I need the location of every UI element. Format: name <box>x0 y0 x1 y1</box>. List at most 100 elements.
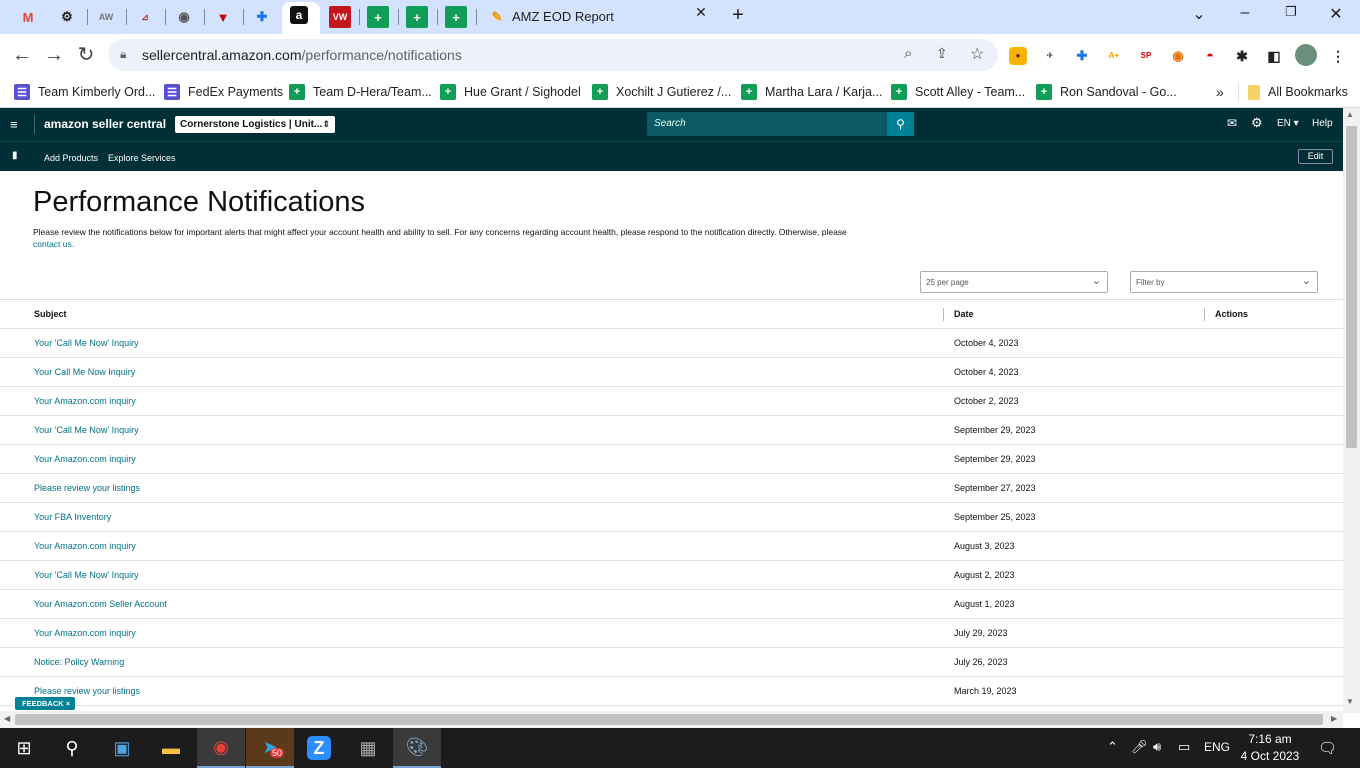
bookmark-item[interactable]: + Scott Alley - Team... <box>891 83 1025 101</box>
search-taskbar-icon[interactable]: ⚲ <box>48 728 96 768</box>
nav-add-products[interactable]: Add Products <box>44 153 98 163</box>
new-tab-icon[interactable]: + <box>725 4 751 26</box>
menu-kebab-icon[interactable]: ⋮ <box>1329 47 1347 65</box>
tab-icon[interactable]: ▼ <box>212 6 234 28</box>
site-info-icon[interactable]: 🔒︎ <box>120 47 126 62</box>
notification-subject-link[interactable]: Your Amazon.com Seller Account <box>34 599 167 609</box>
scroll-up-arrow-icon[interactable]: ▲ <box>1346 110 1354 119</box>
tab-icon[interactable]: AW <box>95 6 117 28</box>
search-input[interactable]: Search <box>654 118 686 129</box>
window-close-icon[interactable]: ✕ <box>1323 4 1349 26</box>
feedback-button[interactable]: FEEDBACK × <box>15 697 76 710</box>
file-explorer-icon[interactable]: ▬ <box>147 728 195 768</box>
notification-subject-link[interactable]: Your Amazon.com inquiry <box>34 628 136 638</box>
bookmark-flag-icon[interactable]: ▮ <box>12 150 18 161</box>
sheets-tab-icon[interactable]: + <box>406 6 428 28</box>
tray-chevron-icon[interactable]: ⌃ <box>1107 739 1118 755</box>
share-icon[interactable]: ⇪ <box>936 45 948 62</box>
seller-central-logo[interactable]: amazon seller central <box>44 117 166 131</box>
notifications-icon[interactable]: 🗨︎ <box>1318 739 1337 757</box>
desktop-app-icon[interactable]: ▣ <box>98 728 146 768</box>
extension-icon[interactable]: ✚ <box>1073 47 1091 65</box>
filter-select[interactable]: Filter by <box>1130 271 1318 293</box>
clock[interactable]: 7:16 am 4 Oct 2023 <box>1236 731 1304 765</box>
search-box[interactable]: Search ⚲ <box>647 112 914 136</box>
bookmark-item[interactable]: + Hue Grant / Sighodel <box>440 83 581 101</box>
notification-subject-link[interactable]: Notice: Policy Warning <box>34 657 124 667</box>
bookmark-item[interactable]: + Team D-Hera/Team... <box>289 83 432 101</box>
scroll-left-arrow-icon[interactable]: ◀ <box>4 714 10 723</box>
search-button[interactable]: ⚲ <box>887 112 914 136</box>
windows-start-icon[interactable]: ⊞ <box>0 728 48 768</box>
mail-icon[interactable]: ✉ <box>1227 116 1237 130</box>
speaker-icon[interactable]: 🔊︎ <box>1153 739 1161 755</box>
bookmark-item[interactable]: + Xochilt J Gutierez /... <box>592 83 731 101</box>
gmail-tab-icon[interactable]: M <box>17 6 39 28</box>
tab-close-icon[interactable]: ✕ <box>688 4 714 26</box>
active-tab-amazon[interactable]: a <box>282 2 320 34</box>
address-bar[interactable]: 🔒︎ sellercentral.amazon.com/performance/… <box>108 39 998 71</box>
input-language[interactable]: ENG <box>1204 740 1230 754</box>
telegram-taskbar-icon[interactable]: ➤ 50 <box>246 728 294 768</box>
column-header-subject[interactable]: Subject <box>34 309 67 319</box>
restore-icon[interactable]: ❐ <box>1278 4 1304 26</box>
microphone-icon[interactable]: 🎤︎ <box>1131 739 1148 755</box>
back-icon[interactable]: ← <box>9 42 35 68</box>
bookmark-item[interactable]: + Martha Lara / Karja... <box>741 83 882 101</box>
language-selector[interactable]: EN ▾ <box>1277 118 1299 129</box>
bookmark-item[interactable]: + Ron Sandoval - Go... <box>1036 83 1177 101</box>
notification-subject-link[interactable]: Your Amazon.com inquiry <box>34 454 136 464</box>
reload-icon[interactable]: ↻ <box>73 42 99 68</box>
chrome-taskbar-icon[interactable]: ◉ <box>197 728 245 768</box>
scroll-down-arrow-icon[interactable]: ▼ <box>1346 697 1354 706</box>
column-header-date[interactable]: Date <box>954 309 974 319</box>
network-icon[interactable]: ▭ <box>1178 739 1190 755</box>
extension-icon[interactable]: SP <box>1137 47 1155 65</box>
per-page-select[interactable]: 25 per page <box>920 271 1108 293</box>
notification-subject-link[interactable]: Your Amazon.com inquiry <box>34 396 136 406</box>
extension-icon[interactable]: ◓ <box>1201 47 1219 65</box>
settings-gear-icon[interactable]: ⚙ <box>1251 115 1263 131</box>
tab-search-chevron-icon[interactable]: ⌄ <box>1186 4 1212 26</box>
calculator-icon[interactable]: ▦ <box>344 728 392 768</box>
extension-icon[interactable]: ◉ <box>1169 47 1187 65</box>
tab-icon[interactable]: ✚ <box>251 6 273 28</box>
tab-icon[interactable]: ⊿ <box>134 6 156 28</box>
edit-nav-button[interactable]: Edit <box>1298 149 1333 164</box>
extension-icon[interactable]: ● <box>1009 47 1027 65</box>
zoom-icon[interactable]: ⌕ <box>904 45 912 62</box>
bookmark-star-icon[interactable]: ☆ <box>970 44 984 64</box>
zoom-taskbar-icon[interactable]: Z <box>295 728 343 768</box>
more-bookmarks-chevron-icon[interactable]: » <box>1216 83 1224 101</box>
globe-tab-icon[interactable]: ◉ <box>173 6 195 28</box>
notification-subject-link[interactable]: Your 'Call Me Now' Inquiry <box>34 570 139 580</box>
extension-icon[interactable]: A+ <box>1105 47 1123 65</box>
notification-subject-link[interactable]: Your 'Call Me Now' Inquiry <box>34 425 139 435</box>
tab-title[interactable]: AMZ EOD Report <box>512 9 614 24</box>
horizontal-scrollbar-thumb[interactable] <box>15 714 1323 725</box>
account-switcher[interactable]: Cornerstone Logistics | Unit... ⇕ <box>175 116 335 133</box>
notification-subject-link[interactable]: Please review your listings <box>34 686 140 696</box>
bookmark-item[interactable]: ☰ FedEx Payments <box>164 83 283 101</box>
notification-subject-link[interactable]: Please review your listings <box>34 483 140 493</box>
nav-explore-services[interactable]: Explore Services <box>108 153 176 163</box>
notification-subject-link[interactable]: Your FBA Inventory <box>34 512 111 522</box>
side-panel-icon[interactable]: ◧ <box>1265 47 1283 65</box>
tab-icon[interactable]: VW <box>329 6 351 28</box>
forward-icon[interactable]: → <box>41 42 67 68</box>
sheets-tab-icon[interactable]: + <box>367 6 389 28</box>
contact-us-link[interactable]: contact us. <box>33 239 74 249</box>
paint-icon[interactable]: 🎨︎ <box>393 728 441 768</box>
minimize-icon[interactable]: – <box>1232 4 1258 26</box>
extensions-puzzle-icon[interactable]: ✱ <box>1233 47 1251 65</box>
hamburger-menu-icon[interactable]: ≡ <box>10 117 18 132</box>
profile-avatar[interactable] <box>1295 44 1317 66</box>
notification-subject-link[interactable]: Your 'Call Me Now' Inquiry <box>34 338 139 348</box>
chatgpt-tab-icon[interactable]: ⚙ <box>56 6 78 28</box>
notification-subject-link[interactable]: Your Amazon.com inquiry <box>34 541 136 551</box>
sheets-tab-icon[interactable]: + <box>445 6 467 28</box>
all-bookmarks[interactable]: All Bookmarks <box>1248 83 1348 101</box>
notification-subject-link[interactable]: Your Call Me Now Inquiry <box>34 367 135 377</box>
bookmark-item[interactable]: ☰ Team Kimberly Ord... <box>14 83 155 101</box>
vertical-scrollbar-thumb[interactable] <box>1346 126 1357 448</box>
